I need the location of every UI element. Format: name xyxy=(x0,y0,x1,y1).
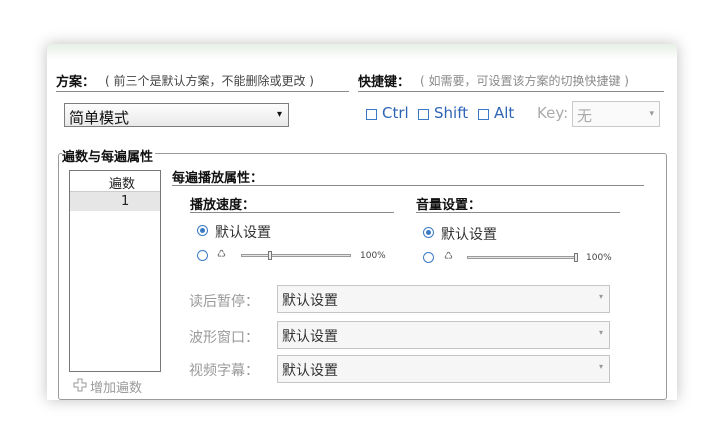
passes-list-header-label: 遍数 xyxy=(109,177,136,192)
speed-custom-radio[interactable] xyxy=(197,250,208,261)
chevron-down-icon: ▾ xyxy=(598,328,603,337)
pass-props-underline xyxy=(172,185,644,186)
pause-after-reading-label: 读后暂停： xyxy=(189,294,259,310)
speed-underline xyxy=(190,212,394,213)
list-item[interactable]: 1 xyxy=(70,192,160,211)
speed-slider[interactable] xyxy=(241,254,351,257)
scheme-underline xyxy=(56,91,349,92)
alt-label[interactable]: Alt xyxy=(494,104,514,122)
volume-default-radio[interactable] xyxy=(423,227,434,238)
add-pass-button[interactable]: 增加遍数 xyxy=(90,377,142,396)
scheme-title: 方案： xyxy=(56,75,96,90)
chevron-down-icon: ▾ xyxy=(649,109,654,119)
video-subtitle-value: 默认设置 xyxy=(282,363,338,379)
pass-props-title: 每遍播放属性： xyxy=(172,171,264,186)
shift-label[interactable]: Shift xyxy=(434,104,468,122)
volume-slider[interactable] xyxy=(467,256,578,259)
shift-checkbox[interactable] xyxy=(418,109,429,120)
speed-slider-thumb[interactable] xyxy=(267,251,272,260)
ctrl-label[interactable]: Ctrl xyxy=(382,104,409,122)
panel-top-strip xyxy=(47,44,677,60)
waveform-window-select[interactable]: 默认设置 ▾ xyxy=(277,321,610,349)
scheme-note: ( 前三个是默认方案，不能删除或更改 ) xyxy=(105,74,314,88)
passes-group-title: 遍数与每遍属性 xyxy=(62,146,156,165)
key-label: Key: xyxy=(537,104,569,122)
recycle-icon: ♺ xyxy=(217,249,226,260)
video-subtitle-select[interactable]: 默认设置 ▾ xyxy=(277,355,610,383)
passes-list[interactable]: 遍数 1 xyxy=(69,170,161,372)
scheme-select-value: 简单模式 xyxy=(69,109,130,127)
volume-percent: 100% xyxy=(586,253,612,263)
pause-after-reading-value: 默认设置 xyxy=(282,293,338,309)
shortcut-note: ( 如需要，可设置该方案的切换快捷键 ) xyxy=(420,74,629,88)
plus-icon[interactable] xyxy=(73,377,87,392)
recycle-icon: ♺ xyxy=(444,251,453,262)
speed-percent: 100% xyxy=(360,251,386,261)
volume-underline xyxy=(416,212,620,213)
waveform-window-label: 波形窗口： xyxy=(189,330,259,346)
chevron-down-icon: ▾ xyxy=(598,362,603,371)
shortcut-title: 快捷键： xyxy=(358,75,411,90)
speed-title: 播放速度： xyxy=(190,198,256,213)
waveform-window-value: 默认设置 xyxy=(282,329,338,345)
volume-custom-radio[interactable] xyxy=(423,252,434,263)
ctrl-checkbox[interactable] xyxy=(366,109,377,120)
volume-default-label[interactable]: 默认设置 xyxy=(441,224,497,244)
scheme-select[interactable]: 简单模式 ▾ xyxy=(64,103,289,127)
volume-slider-thumb[interactable] xyxy=(574,253,578,262)
chevron-down-icon: ▾ xyxy=(598,292,603,301)
speed-default-label[interactable]: 默认设置 xyxy=(215,222,271,242)
alt-checkbox[interactable] xyxy=(478,109,489,120)
passes-list-header: 遍数 xyxy=(70,171,160,192)
chevron-down-icon: ▾ xyxy=(276,109,282,120)
key-select[interactable]: 无 ▾ xyxy=(572,101,660,127)
key-select-value: 无 xyxy=(577,107,593,125)
shortcut-underline xyxy=(358,91,664,92)
pause-after-reading-select[interactable]: 默认设置 ▾ xyxy=(277,285,610,313)
speed-default-radio[interactable] xyxy=(197,225,208,236)
list-item-label: 1 xyxy=(121,194,130,209)
volume-title: 音量设置： xyxy=(416,198,482,213)
video-subtitle-label: 视频字幕： xyxy=(189,363,259,379)
